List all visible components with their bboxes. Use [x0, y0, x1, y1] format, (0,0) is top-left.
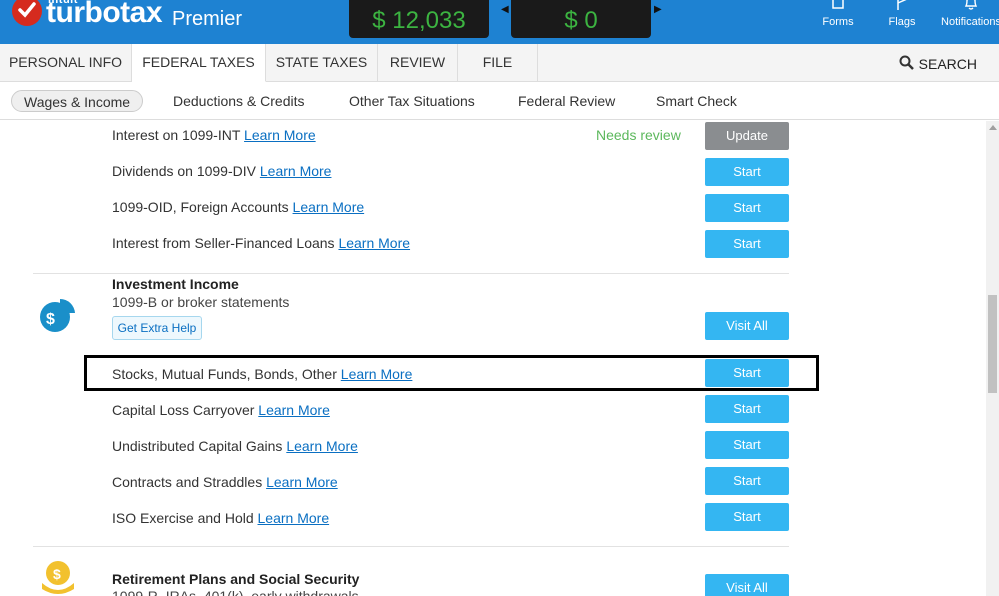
item-label: Contracts and Straddles [112, 474, 263, 490]
list-item-interest-1099-int: Interest on 1099-INT Learn More [112, 127, 316, 143]
learn-more-link[interactable]: Learn More [338, 235, 410, 251]
notifications-button[interactable]: Notifications [940, 0, 999, 44]
learn-more-link[interactable]: Learn More [341, 366, 413, 382]
item-label: Stocks, Mutual Funds, Bonds, Other [112, 366, 337, 382]
update-button[interactable]: Update [705, 122, 789, 150]
list-item-iso-exercise-hold: ISO Exercise and Hold Learn More [112, 510, 329, 526]
retirement-icon: $ [42, 561, 74, 594]
needs-review-status: Needs review [596, 127, 681, 143]
bell-icon [964, 0, 978, 10]
checkmark-logo-icon [12, 0, 42, 26]
item-label: ISO Exercise and Hold [112, 510, 254, 526]
start-button[interactable]: Start [705, 503, 789, 531]
item-label: Interest on 1099-INT [112, 127, 241, 143]
start-button[interactable]: Start [705, 230, 789, 258]
federal-refund-meter[interactable]: $ 12,033 [349, 0, 489, 38]
tab-personal-info[interactable]: PERSONAL INFO [0, 44, 132, 82]
subtab-federal-review[interactable]: Federal Review [518, 90, 615, 112]
section-title-investment-income: Investment Income [112, 276, 239, 292]
scroll-up-arrow-icon[interactable] [989, 125, 997, 130]
list-item-stocks-mutual-funds: Stocks, Mutual Funds, Bonds, Other Learn… [112, 366, 412, 382]
list-item-seller-financed-loans: Interest from Seller-Financed Loans Lear… [112, 235, 410, 251]
start-button[interactable]: Start [705, 194, 789, 222]
section-subtitle: 1099-R, IRAs, 401(k), early withdrawals [112, 588, 359, 596]
notifications-label: Notifications [941, 16, 999, 28]
list-item-capital-loss-carryover: Capital Loss Carryover Learn More [112, 402, 330, 418]
learn-more-link[interactable]: Learn More [244, 127, 316, 143]
section-divider [33, 546, 789, 547]
flags-button[interactable]: Flags [882, 0, 922, 44]
logo-turbotax-text: turbotax [46, 0, 163, 29]
investment-income-icon: $ [40, 298, 75, 332]
item-label: Undistributed Capital Gains [112, 438, 283, 454]
list-item-contracts-straddles: Contracts and Straddles Learn More [112, 474, 338, 490]
learn-more-link[interactable]: Learn More [260, 163, 332, 179]
tab-file[interactable]: FILE [458, 44, 538, 82]
section-divider [33, 273, 789, 274]
learn-more-link[interactable]: Learn More [286, 438, 358, 454]
item-label: 1099-OID, Foreign Accounts [112, 199, 289, 215]
learn-more-link[interactable]: Learn More [266, 474, 338, 490]
section-subtitle: 1099-B or broker statements [112, 294, 290, 310]
tab-federal-taxes[interactable]: FEDERAL TAXES [132, 44, 266, 82]
state-refund-meter[interactable]: $ 0 [511, 0, 651, 38]
item-label: Interest from Seller-Financed Loans [112, 235, 335, 251]
learn-more-link[interactable]: Learn More [293, 199, 365, 215]
learn-more-link[interactable]: Learn More [258, 510, 330, 526]
subtab-deductions-credits[interactable]: Deductions & Credits [173, 90, 305, 112]
forms-button[interactable]: Forms [818, 0, 858, 44]
flag-icon [897, 0, 907, 10]
income-list: Interest on 1099-INT Learn More Needs re… [0, 121, 986, 596]
subtab-wages-income[interactable]: Wages & Income [11, 90, 144, 112]
svg-text:$: $ [53, 566, 61, 582]
list-item-dividends-1099-div: Dividends on 1099-DIV Learn More [112, 163, 331, 179]
learn-more-link[interactable]: Learn More [258, 402, 330, 418]
scroll-thumb[interactable] [988, 295, 997, 393]
subtab-smart-check[interactable]: Smart Check [656, 90, 737, 112]
visit-all-button[interactable]: Visit All [705, 312, 789, 340]
forms-label: Forms [822, 16, 854, 28]
main-tab-bar: PERSONAL INFO FEDERAL TAXES STATE TAXES … [0, 44, 999, 82]
search-icon [899, 55, 914, 70]
start-button[interactable]: Start [705, 467, 789, 495]
start-button[interactable]: Start [705, 158, 789, 186]
forms-icon [832, 0, 844, 9]
svg-text:$: $ [46, 311, 55, 328]
start-button[interactable]: Start [705, 431, 789, 459]
item-label: Dividends on 1099-DIV [112, 163, 256, 179]
start-button[interactable]: Start [705, 395, 789, 423]
search-button[interactable]: SEARCH [899, 44, 977, 82]
list-item-1099-oid: 1099-OID, Foreign Accounts Learn More [112, 199, 364, 215]
sub-nav: Wages & Income Deductions & Credits Othe… [0, 82, 999, 120]
top-bar: intuit turbotax Premier $ 12,033 ◀ $ 0 ▶… [0, 0, 999, 44]
refund-left-arrow-icon[interactable]: ◀ [501, 4, 509, 15]
visit-all-button[interactable]: Visit All [705, 574, 789, 596]
edition-label: Premier [172, 8, 243, 30]
list-item-undistributed-capital-gains: Undistributed Capital Gains Learn More [112, 438, 358, 454]
get-extra-help-button[interactable]: Get Extra Help [112, 316, 202, 340]
tab-review[interactable]: REVIEW [378, 44, 458, 82]
start-button[interactable]: Start [705, 359, 789, 387]
item-label: Capital Loss Carryover [112, 402, 255, 418]
scrollbar[interactable] [986, 121, 999, 596]
flags-label: Flags [888, 16, 916, 28]
subtab-other-tax-situations[interactable]: Other Tax Situations [349, 90, 475, 112]
tab-state-taxes[interactable]: STATE TAXES [266, 44, 378, 82]
search-label: SEARCH [918, 56, 977, 72]
refund-right-arrow-icon[interactable]: ▶ [654, 4, 662, 15]
section-title-retirement: Retirement Plans and Social Security [112, 571, 360, 587]
